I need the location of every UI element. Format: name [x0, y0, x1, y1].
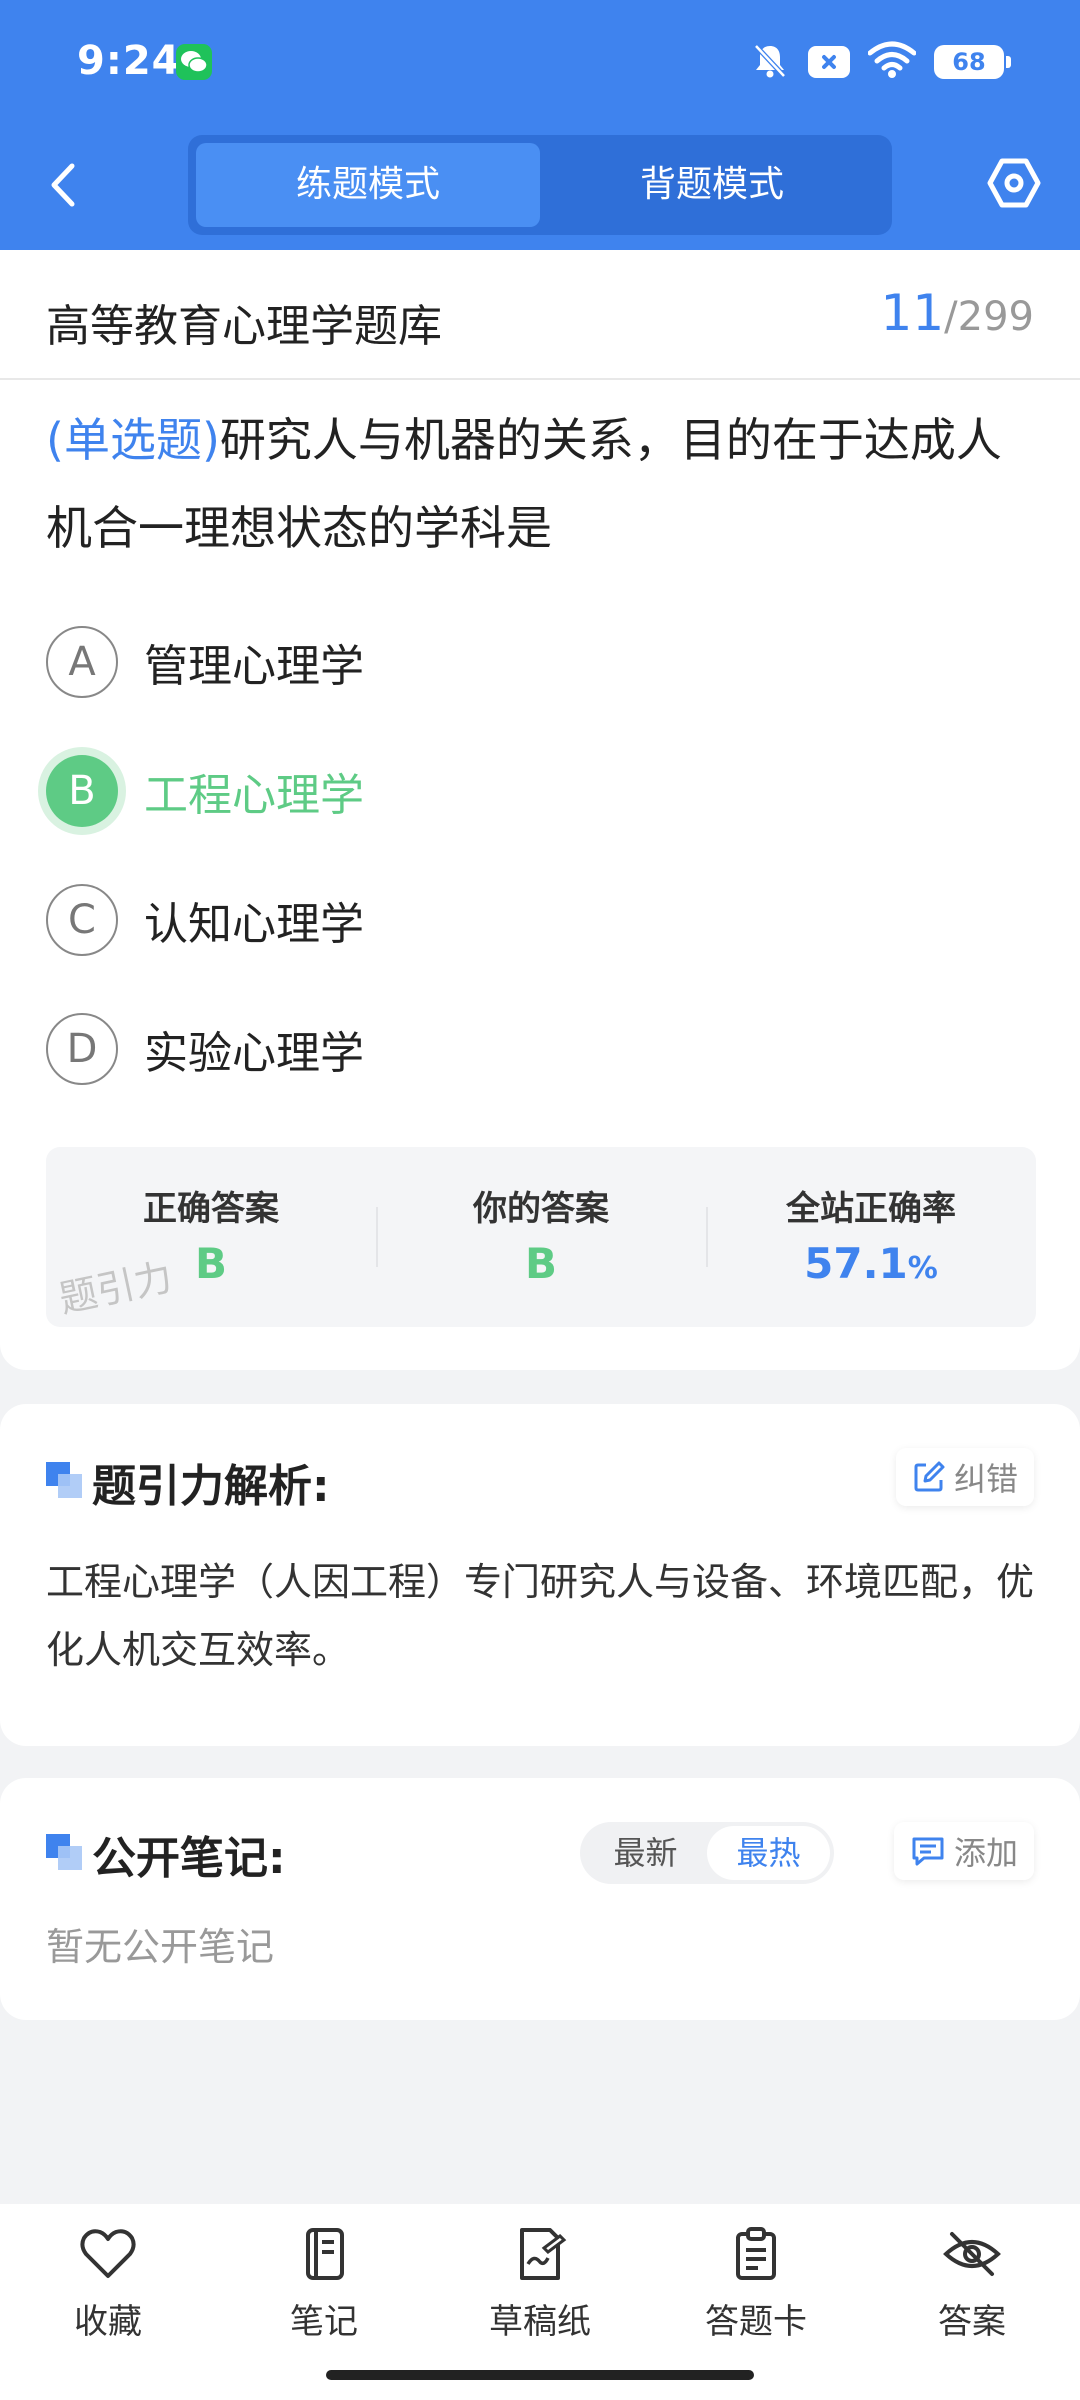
- analysis-text: 工程心理学（人因工程）专门研究人与设备、环境匹配，优化人机交互效率。: [46, 1560, 1035, 1672]
- question-stem: (单选题)研究人与机器的关系，目的在于达成人机合一理想状态的学科是: [46, 396, 1036, 572]
- edit-icon: [914, 1461, 945, 1492]
- analysis-title: 题引力解析:: [92, 1461, 330, 1512]
- eye-off-icon: [943, 2232, 1001, 2276]
- notes-empty-text: 暂无公开笔记: [46, 1925, 275, 1969]
- notification-x-icon: [808, 46, 850, 78]
- your-answer-value: B: [524, 1239, 557, 1288]
- mute-bell-icon: [750, 40, 790, 84]
- option-text: 认知心理学: [144, 899, 364, 950]
- option-letter: C: [46, 884, 118, 956]
- your-answer-column: 你的答案 B: [376, 1147, 706, 1327]
- back-arrow-icon[interactable]: [44, 160, 84, 210]
- option-a[interactable]: A 管理心理学: [46, 626, 946, 698]
- answer-summary: 正确答案 B 你的答案 B 全站正确率 57.1% 题引力: [46, 1147, 1036, 1327]
- heart-icon: [80, 2229, 136, 2278]
- total-question-count: 299: [957, 294, 1034, 340]
- option-letter: A: [46, 626, 118, 698]
- status-icons: 68: [750, 40, 1011, 84]
- progress-separator: /: [944, 294, 958, 340]
- option-letter: D: [46, 1013, 118, 1085]
- question-bank-row: 高等教育心理学题库 11/299: [0, 250, 1080, 380]
- answer-sheet-button[interactable]: 答题卡: [676, 2226, 836, 2356]
- accuracy-rate-unit: %: [907, 1251, 938, 1286]
- your-answer-label: 你的答案: [473, 1189, 609, 1229]
- question-progress[interactable]: 11/299: [881, 284, 1034, 342]
- answer-sheet-icon: [736, 2227, 776, 2280]
- notes-title: 公开笔记:: [92, 1833, 286, 1884]
- battery-indicator: 68: [934, 45, 1011, 79]
- notes-button[interactable]: 笔记: [244, 2226, 404, 2356]
- home-indicator[interactable]: [326, 2370, 754, 2380]
- section-squares-icon: [46, 1834, 82, 1870]
- analysis-card: 题引力解析: 纠错 工程心理学（人因工程）专门研究人与设备、环境匹配，优化人机交…: [0, 1404, 1080, 1746]
- notes-sort-switch: 最新 最热: [580, 1822, 834, 1884]
- bank-title: 高等教育心理学题库: [46, 301, 442, 352]
- sort-hottest[interactable]: 最热: [707, 1826, 830, 1880]
- option-text: 管理心理学: [144, 641, 364, 692]
- header: 9:24 68 练题模式 背题模式: [0, 0, 1080, 250]
- status-bar: 9:24 68: [0, 0, 1080, 125]
- notes-label: 笔记: [290, 2302, 358, 2342]
- comment-icon: [912, 1837, 944, 1866]
- option-b[interactable]: B 工程心理学: [46, 755, 946, 827]
- accuracy-rate-column: 全站正确率 57.1%: [706, 1147, 1036, 1327]
- status-time: 9:24: [77, 38, 181, 84]
- correct-answer-label: 正确答案: [143, 1189, 279, 1229]
- notebook-icon: [306, 2228, 344, 2280]
- question-card: 高等教育心理学题库 11/299 (单选题)研究人与机器的关系，目的在于达成人机…: [0, 250, 1080, 1370]
- tab-practice-mode[interactable]: 练题模式: [196, 143, 540, 227]
- sort-latest[interactable]: 最新: [584, 1826, 707, 1880]
- option-text: 工程心理学: [144, 770, 364, 821]
- question-type-label: (单选题): [46, 413, 220, 467]
- draft-paper-icon: [520, 2228, 567, 2280]
- option-letter: B: [46, 755, 118, 827]
- accuracy-rate-number: 57.1: [804, 1239, 908, 1288]
- accuracy-rate-label: 全站正确率: [786, 1189, 956, 1229]
- add-note-label: 添加: [953, 1834, 1018, 1872]
- add-note-button[interactable]: 添加: [893, 1822, 1034, 1880]
- show-answer-label: 答案: [938, 2302, 1006, 2342]
- draft-paper-button[interactable]: 草稿纸: [460, 2226, 620, 2356]
- report-error-button[interactable]: 纠错: [895, 1448, 1034, 1506]
- favorite-label: 收藏: [74, 2302, 142, 2342]
- option-d[interactable]: D 实验心理学: [46, 1013, 946, 1085]
- favorite-button[interactable]: 收藏: [28, 2226, 188, 2356]
- section-squares-icon: [46, 1462, 82, 1498]
- answer-sheet-label: 答题卡: [705, 2302, 807, 2342]
- settings-hexagon-icon[interactable]: [986, 155, 1042, 211]
- current-question-number: 11: [880, 284, 945, 342]
- option-text: 实验心理学: [144, 1028, 364, 1079]
- bottom-toolbar: 收藏 笔记 草稿纸 答题卡 答案: [0, 2204, 1080, 2400]
- option-c[interactable]: C 认知心理学: [46, 884, 946, 956]
- draft-paper-label: 草稿纸: [489, 2302, 591, 2342]
- mode-switch: 练题模式 背题模式: [188, 135, 892, 235]
- show-answer-button[interactable]: 答案: [892, 2226, 1052, 2356]
- accuracy-rate-value: 57.1%: [706, 1239, 1036, 1288]
- report-error-label: 纠错: [953, 1460, 1018, 1498]
- nav-bar: 练题模式 背题模式: [0, 130, 1080, 240]
- public-notes-card: 公开笔记: 最新 最热 添加 暂无公开笔记: [0, 1778, 1080, 2020]
- tab-memorize-mode[interactable]: 背题模式: [540, 143, 884, 227]
- wechat-notification-icon: [176, 44, 212, 80]
- wifi-icon: [867, 41, 917, 83]
